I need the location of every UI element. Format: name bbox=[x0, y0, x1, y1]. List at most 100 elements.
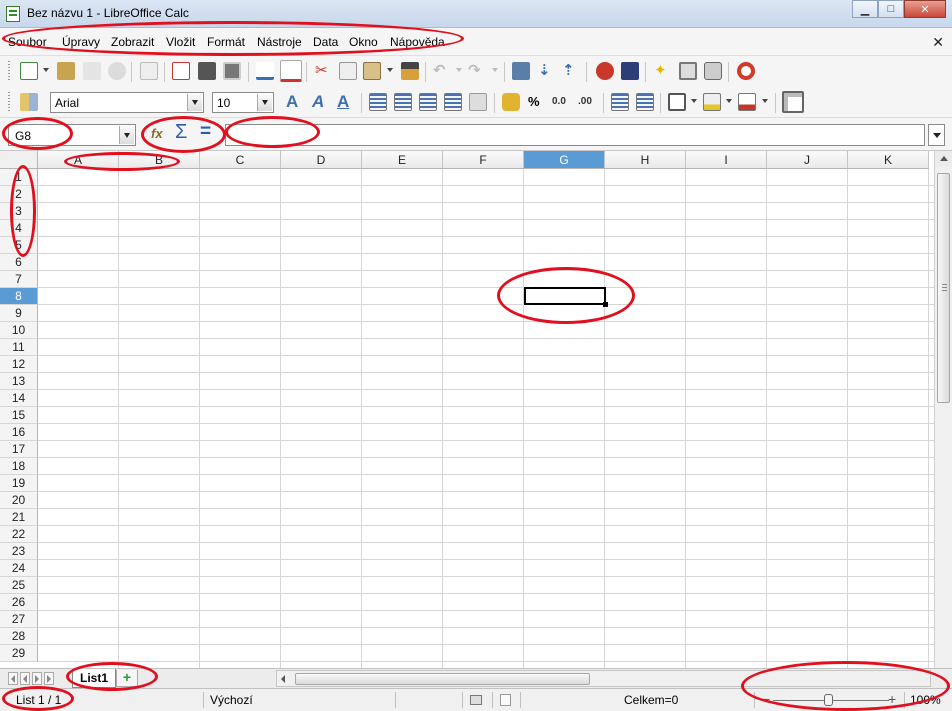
column-header-d[interactable]: D bbox=[281, 151, 362, 169]
vertical-scrollbar[interactable] bbox=[934, 151, 952, 668]
previous-sheet-icon[interactable] bbox=[20, 672, 30, 685]
column-header-e[interactable]: E bbox=[362, 151, 443, 169]
chevron-down-icon[interactable] bbox=[492, 68, 498, 72]
background-color-icon[interactable] bbox=[703, 93, 721, 111]
row-header-25[interactable]: 25 bbox=[0, 577, 38, 594]
menu-napoveda[interactable]: Nápověda bbox=[390, 35, 445, 49]
row-header-15[interactable]: 15 bbox=[0, 407, 38, 424]
vertical-scroll-thumb[interactable] bbox=[937, 173, 950, 403]
function-wizard-icon[interactable]: fx bbox=[151, 126, 163, 141]
name-box[interactable]: G8 bbox=[8, 124, 136, 146]
sheet-tab[interactable]: List1 bbox=[72, 669, 116, 688]
row-header-18[interactable]: 18 bbox=[0, 458, 38, 475]
currency-format-icon[interactable] bbox=[502, 93, 520, 111]
menu-data[interactable]: Data bbox=[313, 35, 338, 49]
merge-cells-icon[interactable] bbox=[469, 93, 487, 111]
zoom-out-icon[interactable]: − bbox=[762, 691, 770, 707]
menu-format[interactable]: Formát bbox=[207, 35, 245, 49]
edit-file-icon[interactable] bbox=[140, 62, 158, 80]
insert-chart-icon[interactable] bbox=[596, 62, 614, 80]
decrease-indent-icon[interactable] bbox=[611, 93, 629, 111]
chevron-down-icon[interactable] bbox=[387, 68, 393, 72]
spreadsheet-grid[interactable]: ABCDEFGHIJK 1 2 3 4 5 6 7 8 9 10 11 12 13 14 15 16 17 18 1… bbox=[0, 151, 934, 668]
row-header-12[interactable]: 12 bbox=[0, 356, 38, 373]
zoom-in-icon[interactable]: + bbox=[888, 691, 896, 707]
page-style[interactable]: Výchozí bbox=[210, 693, 253, 707]
align-right-icon[interactable] bbox=[419, 93, 437, 111]
email-icon[interactable] bbox=[108, 62, 126, 80]
menu-zobrazit[interactable]: Zobrazit bbox=[111, 35, 154, 49]
row-header-14[interactable]: 14 bbox=[0, 390, 38, 407]
gallery-icon[interactable] bbox=[679, 62, 697, 80]
column-header-b[interactable]: B bbox=[119, 151, 200, 169]
chevron-down-icon[interactable] bbox=[43, 68, 49, 72]
row-header-10[interactable]: 10 bbox=[0, 322, 38, 339]
data-sources-icon[interactable] bbox=[704, 62, 722, 80]
row-header-5[interactable]: 5 bbox=[0, 237, 38, 254]
styles-icon[interactable] bbox=[20, 93, 38, 111]
find-replace-icon[interactable] bbox=[512, 62, 530, 80]
export-pdf-icon[interactable] bbox=[172, 62, 190, 80]
menu-soubor[interactable]: Soubor bbox=[8, 35, 47, 49]
column-header-g[interactable]: G bbox=[524, 151, 605, 169]
add-decimal-icon[interactable]: .00 bbox=[578, 93, 592, 111]
font-size-select[interactable]: 10 bbox=[212, 92, 274, 113]
print-icon[interactable] bbox=[198, 62, 216, 80]
cut-icon[interactable]: ✂ bbox=[315, 62, 328, 80]
toolbar-grip[interactable] bbox=[8, 92, 10, 112]
paste-icon[interactable] bbox=[363, 62, 381, 80]
chevron-down-icon[interactable] bbox=[257, 94, 272, 111]
maximize-button[interactable]: □ bbox=[878, 0, 904, 18]
help-icon[interactable] bbox=[737, 62, 755, 80]
select-all-corner[interactable] bbox=[0, 151, 38, 169]
navigator-icon[interactable]: ✦ bbox=[654, 62, 667, 80]
undo-icon[interactable]: ↶ bbox=[433, 62, 446, 80]
row-header-6[interactable]: 6 bbox=[0, 254, 38, 271]
align-left-icon[interactable] bbox=[369, 93, 387, 111]
row-header-17[interactable]: 17 bbox=[0, 441, 38, 458]
standard-format-icon[interactable]: 0.0 bbox=[552, 93, 566, 111]
fill-handle[interactable] bbox=[603, 302, 608, 307]
chevron-down-icon[interactable] bbox=[187, 94, 202, 111]
bold-icon[interactable]: A bbox=[286, 93, 298, 111]
sort-ascending-icon[interactable]: ⇣ bbox=[538, 62, 551, 80]
row-header-22[interactable]: 22 bbox=[0, 526, 38, 543]
selection-mode-icon[interactable] bbox=[470, 695, 482, 705]
next-sheet-icon[interactable] bbox=[32, 672, 42, 685]
row-header-19[interactable]: 19 bbox=[0, 475, 38, 492]
row-header-7[interactable]: 7 bbox=[0, 271, 38, 288]
chevron-down-icon[interactable] bbox=[456, 68, 462, 72]
chevron-down-icon[interactable] bbox=[691, 99, 697, 103]
close-document-icon[interactable]: ✕ bbox=[932, 34, 944, 51]
increase-indent-icon[interactable] bbox=[636, 93, 654, 111]
row-header-27[interactable]: 27 bbox=[0, 611, 38, 628]
column-header-f[interactable]: F bbox=[443, 151, 524, 169]
column-header-j[interactable]: J bbox=[767, 151, 848, 169]
horizontal-scrollbar[interactable] bbox=[276, 670, 931, 687]
new-document-icon[interactable] bbox=[20, 62, 38, 80]
column-header-h[interactable]: H bbox=[605, 151, 686, 169]
menu-vlozit[interactable]: Vložit bbox=[166, 35, 195, 49]
row-header-26[interactable]: 26 bbox=[0, 594, 38, 611]
font-color-icon[interactable] bbox=[738, 93, 756, 111]
chevron-down-icon[interactable] bbox=[119, 126, 134, 144]
first-sheet-icon[interactable] bbox=[8, 672, 18, 685]
draw-functions-icon[interactable] bbox=[621, 62, 639, 80]
borders-icon[interactable] bbox=[668, 93, 686, 111]
percent-format-icon[interactable]: % bbox=[528, 93, 540, 111]
grid-lines-toggle-icon[interactable] bbox=[782, 91, 804, 113]
redo-icon[interactable]: ↷ bbox=[468, 62, 481, 80]
row-header-29[interactable]: 29 bbox=[0, 645, 38, 662]
row-header-28[interactable]: 28 bbox=[0, 628, 38, 645]
row-header-2[interactable]: 2 bbox=[0, 186, 38, 203]
row-header-16[interactable]: 16 bbox=[0, 424, 38, 441]
minimize-button[interactable]: ▁ bbox=[852, 0, 878, 18]
clone-formatting-icon[interactable] bbox=[401, 62, 419, 80]
row-header-4[interactable]: 4 bbox=[0, 220, 38, 237]
row-header-20[interactable]: 20 bbox=[0, 492, 38, 509]
active-cell-cursor[interactable] bbox=[524, 287, 606, 305]
row-header-1[interactable]: 1 bbox=[0, 169, 38, 186]
justify-icon[interactable] bbox=[444, 93, 462, 111]
scroll-left-icon[interactable] bbox=[281, 675, 285, 683]
row-header-24[interactable]: 24 bbox=[0, 560, 38, 577]
